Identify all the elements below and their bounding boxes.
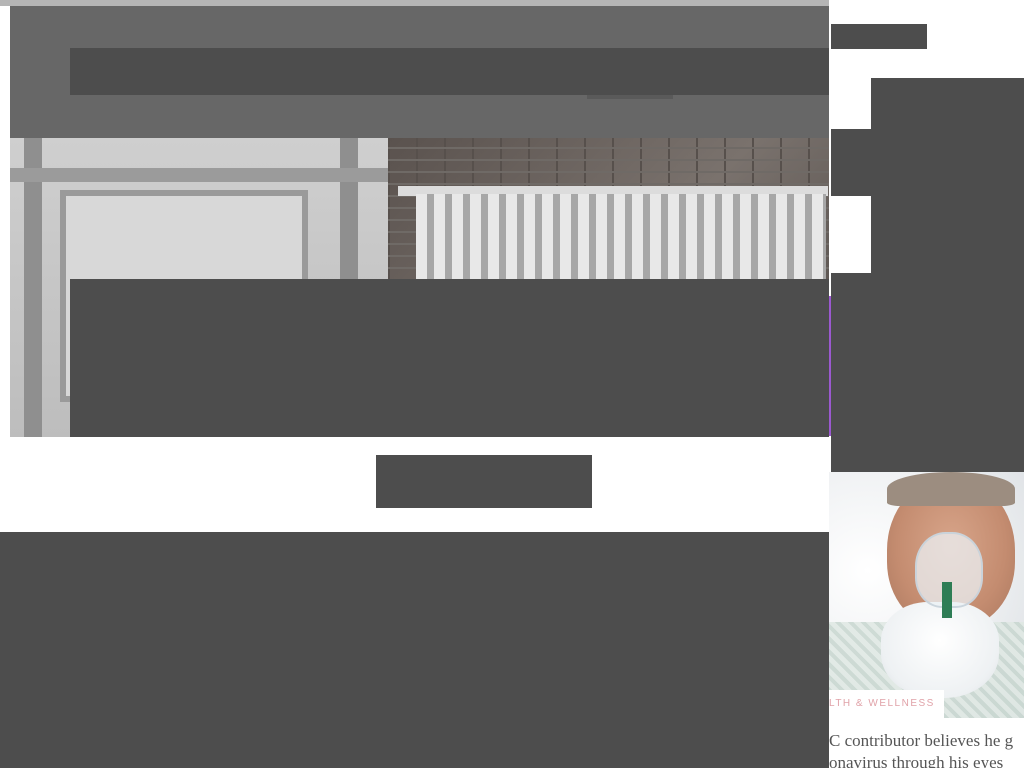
hero-text-placeholder: [70, 279, 829, 437]
rail-story-image[interactable]: [829, 472, 1024, 718]
page: LTH & WELLNESS C contributor believes he…: [0, 0, 1024, 768]
rail-story-category[interactable]: LTH & WELLNESS: [829, 690, 944, 718]
window-frame: [24, 138, 42, 437]
window-frame: [10, 168, 390, 182]
oxygen-bag: [881, 602, 999, 698]
rail-placeholder: [871, 196, 1024, 274]
caption-line: C contributor believes he g: [829, 731, 1014, 750]
content-placeholder: [0, 532, 829, 768]
rail-placeholder: [831, 129, 1024, 196]
headline-placeholder: [70, 48, 829, 95]
rail-placeholder[interactable]: [831, 273, 1024, 472]
rail-accent-bar: [829, 296, 831, 436]
cta-button[interactable]: [376, 455, 592, 508]
caption-line: onavirus through his eyes: [829, 753, 1004, 768]
rail-placeholder: [871, 78, 1024, 130]
patient-hair: [887, 472, 1015, 506]
headline-placeholder-tab: [587, 95, 673, 99]
oxygen-tube: [942, 582, 952, 618]
rail-story-caption[interactable]: C contributor believes he g onavirus thr…: [829, 730, 1024, 768]
rail-label-placeholder: [831, 24, 927, 49]
